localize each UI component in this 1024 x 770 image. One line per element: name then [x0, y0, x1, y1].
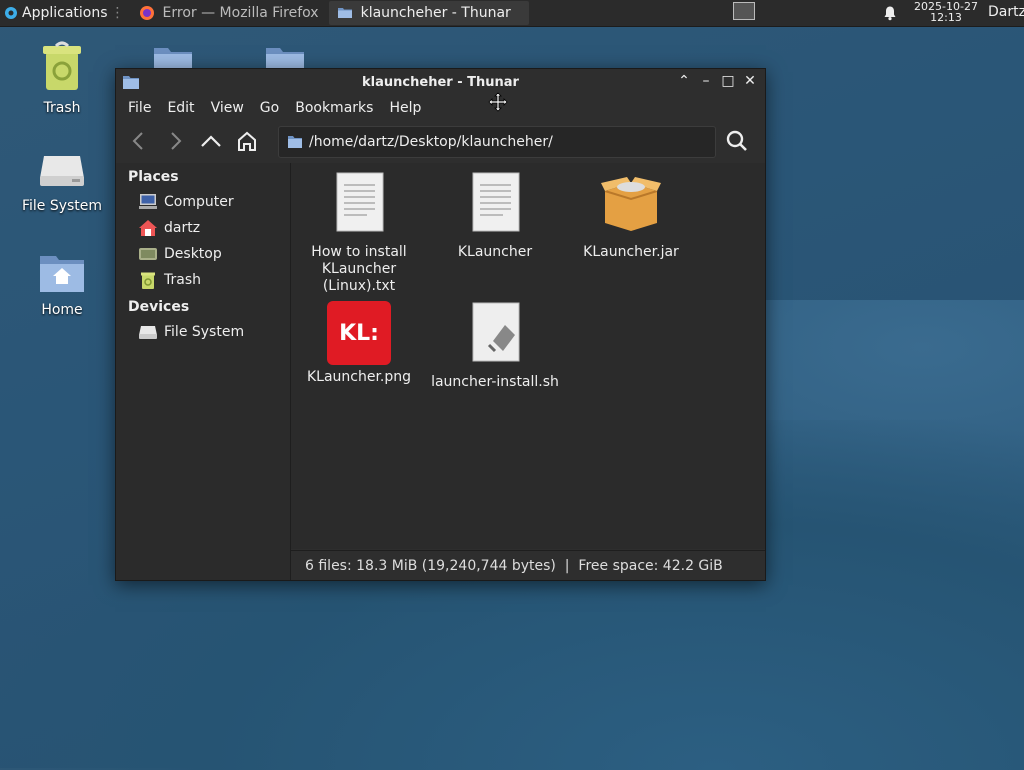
- file-name: launcher-install.sh: [431, 374, 559, 390]
- trash-icon: [141, 272, 155, 289]
- sidebar-item-desktop[interactable]: Desktop: [116, 241, 290, 267]
- drive-icon: [139, 326, 157, 339]
- computer-icon: [139, 194, 157, 209]
- toolbar: /home/dartz/Desktop/klauncheher/: [116, 121, 765, 161]
- desktop-icon-label: Home: [41, 302, 83, 318]
- sidebar-item-label: Trash: [164, 272, 201, 288]
- file-name: How to install KLauncher (Linux).txt: [311, 244, 407, 294]
- devices-heading: Devices: [128, 299, 190, 315]
- folder-icon[interactable]: [152, 46, 194, 68]
- applications-label: Applications: [22, 5, 108, 21]
- sidebar-item-label: Desktop: [164, 246, 222, 262]
- folder-icon[interactable]: [264, 46, 306, 68]
- text-document-icon: [472, 172, 520, 232]
- up-button[interactable]: [196, 126, 226, 156]
- menu-separator-icon: ⋮: [110, 5, 125, 21]
- menu-file[interactable]: File: [120, 100, 159, 116]
- file-item[interactable]: KLauncher: [427, 171, 563, 261]
- menu-help[interactable]: Help: [381, 100, 429, 116]
- clock[interactable]: 2025-10-27 12:13: [912, 1, 980, 23]
- task-firefox[interactable]: Error — Mozilla Firefox: [131, 1, 327, 25]
- applications-menu-button[interactable]: Applications ⋮: [0, 0, 129, 26]
- sidebar-item-label: File System: [164, 324, 245, 340]
- forward-button[interactable]: [160, 126, 190, 156]
- search-icon: [726, 130, 747, 151]
- close-button[interactable]: ✕: [743, 74, 757, 88]
- menu-view[interactable]: View: [203, 100, 252, 116]
- chevron-right-icon: [171, 132, 182, 150]
- desktop-icon-label: File System: [21, 198, 103, 214]
- desktop-icon-trash[interactable]: Trash: [12, 40, 112, 116]
- sidebar-item-computer[interactable]: Computer: [116, 189, 290, 215]
- file-name: KLauncher.png: [306, 369, 412, 385]
- file-view[interactable]: How to install KLauncher (Linux).txt KLa…: [291, 163, 765, 549]
- sidebar-item-label: Computer: [164, 194, 234, 210]
- task-thunar[interactable]: klauncheher - Thunar: [328, 1, 529, 25]
- thunar-window: klauncheher - Thunar ⌃ – □ ✕ File Edit V…: [115, 68, 766, 581]
- sidebar-item-dartz[interactable]: dartz: [116, 215, 290, 241]
- home-folder-icon: [40, 256, 84, 292]
- search-button[interactable]: [722, 126, 752, 156]
- desktop-icon: [139, 248, 157, 260]
- folder-icon: [337, 8, 352, 18]
- folder-icon: [288, 136, 302, 148]
- text-document-icon: [336, 172, 384, 232]
- sidebar: Places Computer dartz Desktop Trash Devi…: [116, 163, 291, 580]
- location-path: /home/dartz/Desktop/klauncheher/: [309, 134, 553, 150]
- desktop-icon-home[interactable]: Home: [12, 252, 112, 318]
- shade-button[interactable]: ⌃: [677, 74, 691, 88]
- menu-bookmarks[interactable]: Bookmarks: [287, 100, 381, 116]
- image-icon: KL:: [327, 301, 391, 365]
- package-box-icon: [601, 177, 661, 231]
- back-button[interactable]: [124, 126, 154, 156]
- home-button[interactable]: [232, 126, 262, 156]
- window-titlebar[interactable]: klauncheher - Thunar ⌃ – □ ✕: [116, 69, 765, 95]
- location-bar[interactable]: /home/dartz/Desktop/klauncheher/: [278, 126, 716, 158]
- places-heading: Places: [128, 169, 179, 185]
- xfce-logo-icon: [5, 7, 17, 19]
- status-text: 6 files: 18.3 MiB (19,240,744 bytes) | F…: [305, 557, 723, 574]
- file-item[interactable]: KL: KLauncher.png: [291, 301, 427, 386]
- file-item[interactable]: How to install KLauncher (Linux).txt: [291, 171, 427, 295]
- menu-edit[interactable]: Edit: [159, 100, 202, 116]
- chevron-up-icon: [201, 135, 221, 147]
- trash-icon: [43, 41, 81, 90]
- maximize-button[interactable]: □: [721, 74, 735, 88]
- task-label: klauncheher - Thunar: [360, 5, 511, 21]
- firefox-icon: [139, 6, 154, 20]
- menu-go[interactable]: Go: [252, 100, 287, 116]
- home-icon: [238, 131, 256, 151]
- chevron-left-icon: [132, 132, 143, 150]
- file-item[interactable]: launcher-install.sh: [427, 301, 563, 391]
- move-cursor-icon: [488, 92, 508, 112]
- menubar: File Edit View Go Bookmarks Help: [116, 95, 765, 121]
- script-icon: [472, 302, 520, 362]
- clock-time: 12:13: [930, 11, 962, 24]
- sidebar-item-trash[interactable]: Trash: [116, 267, 290, 293]
- file-name: KLauncher: [457, 244, 533, 260]
- desktop-icon-label: Trash: [43, 100, 81, 116]
- user-menu[interactable]: Dartz: [988, 4, 1024, 20]
- sidebar-item-label: dartz: [164, 220, 201, 236]
- workspace-switcher[interactable]: [733, 2, 755, 20]
- file-item[interactable]: KLauncher.jar: [563, 171, 699, 261]
- desktop-icon-filesystem[interactable]: File System: [12, 150, 112, 214]
- notification-bell-icon[interactable]: [882, 5, 898, 21]
- top-panel: Applications ⋮ Error — Mozilla Firefox k…: [0, 0, 1024, 27]
- task-label: Error — Mozilla Firefox: [162, 5, 319, 21]
- png-logo-text: KL:: [339, 320, 379, 346]
- minimize-button[interactable]: –: [699, 74, 713, 88]
- home-icon: [139, 220, 157, 236]
- sidebar-item-filesystem[interactable]: File System: [116, 319, 290, 345]
- file-name: KLauncher.jar: [583, 244, 679, 260]
- drive-icon: [40, 156, 84, 186]
- window-title: klauncheher - Thunar: [362, 75, 519, 90]
- status-bar: 6 files: 18.3 MiB (19,240,744 bytes) | F…: [291, 550, 765, 580]
